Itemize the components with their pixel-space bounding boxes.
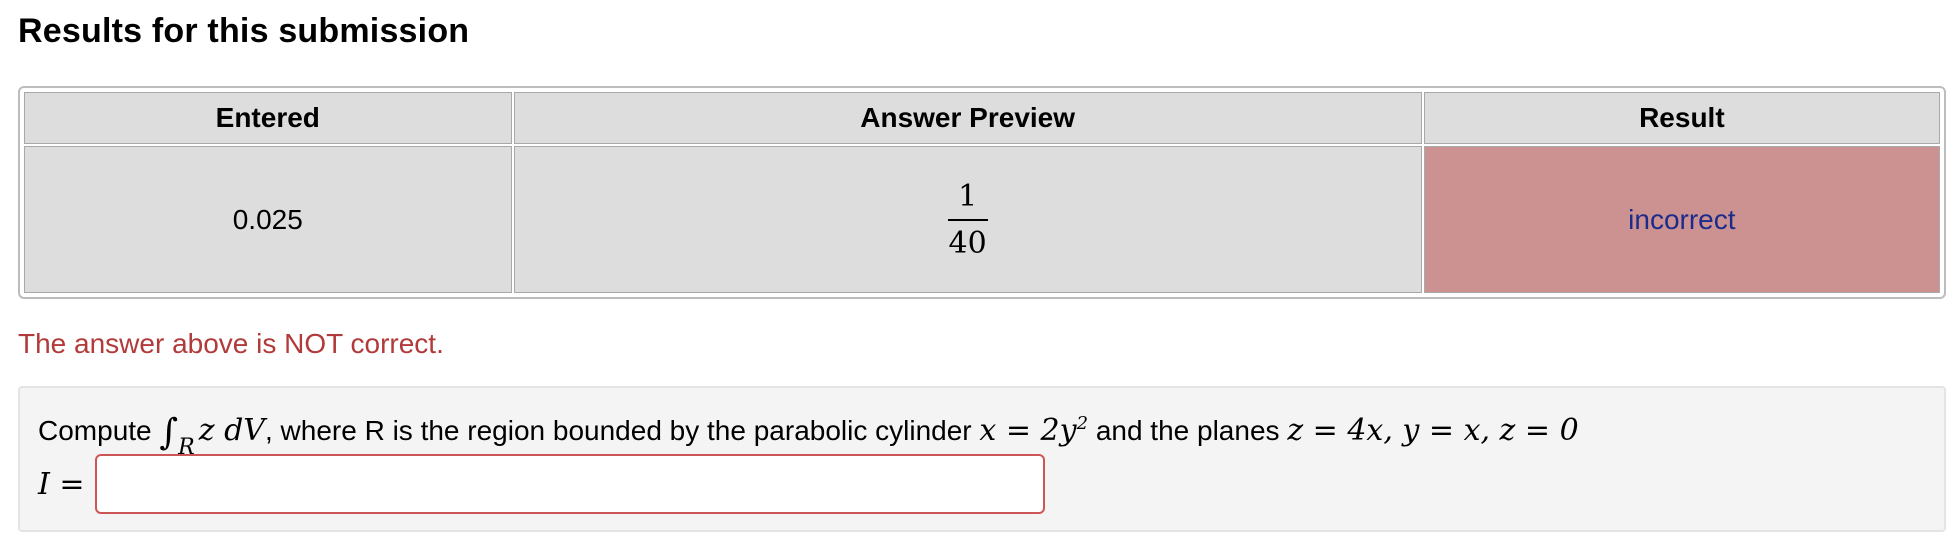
answer-label: I = [38, 467, 85, 502]
answer-preview-cell: 1 40 [513, 146, 1422, 293]
problem-box: Compute ∫R z dV, where R is the region bo… [18, 386, 1946, 532]
cylinder-equation-base: x = 2y [979, 413, 1077, 448]
problem-text-compute: Compute [38, 415, 152, 446]
table-header-row: Entered Answer Preview Result [24, 92, 1940, 144]
preview-fraction: 1 40 [945, 180, 991, 260]
cylinder-exponent: 2 [1076, 413, 1089, 434]
integrand: z dV [198, 413, 265, 448]
problem-text-and: and the planes [1095, 415, 1280, 446]
problem-statement: Compute ∫R z dV, where R is the region bo… [38, 408, 1579, 460]
answer-variable: I [38, 466, 50, 502]
results-table: Entered Answer Preview Result 0.025 1 40… [18, 86, 1946, 299]
fraction-denominator: 40 [948, 225, 987, 261]
status-message: The answer above is NOT correct. [18, 328, 444, 359]
page-title: Results for this submission [18, 12, 470, 50]
column-header-result: Result [1423, 92, 1940, 144]
planes-equations: z = 4x, y = x, z = 0 [1287, 413, 1579, 448]
column-header-answer-preview: Answer Preview [513, 92, 1422, 144]
answer-input[interactable] [94, 454, 1045, 514]
integral-symbol: ∫ [159, 412, 179, 453]
table-row: 0.025 1 40 incorrect [24, 146, 1940, 293]
fraction-numerator: 1 [958, 178, 978, 214]
cylinder-equation: x = 2y2 [979, 413, 1088, 448]
problem-text-where: , where R is the region bounded by the p… [264, 415, 972, 446]
answer-row: I = [38, 454, 1045, 514]
answer-equals: = [59, 466, 85, 502]
result-cell: incorrect [1423, 146, 1940, 293]
column-header-entered: Entered [24, 92, 512, 144]
entered-cell: 0.025 [24, 146, 512, 293]
